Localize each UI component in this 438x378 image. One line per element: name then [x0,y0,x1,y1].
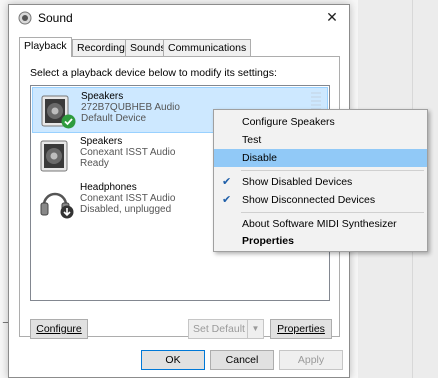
properties-label: Properties [277,323,325,335]
green-check-badge-icon [61,114,76,129]
device-text: Speakers 272B7QUBHEB Audio Default Devic… [81,91,180,124]
menu-item-show-disconnected[interactable]: ✔ Show Disconnected Devices [214,191,427,209]
menu-item-about-midi[interactable]: About Software MIDI Synthesizer [214,215,427,233]
tab-playback[interactable]: Playback [19,37,72,57]
device-status: Ready [80,158,109,169]
set-default-label: Set Default [193,323,245,335]
ok-button[interactable]: OK [141,350,205,370]
menu-item-test[interactable]: Test [214,131,427,149]
device-name: Speakers [80,136,123,147]
apply-button[interactable]: Apply [279,350,343,370]
tab-communications[interactable]: Communications [163,39,252,56]
properties-button[interactable]: Properties [270,319,332,339]
window-title: Sound [38,11,73,25]
device-driver: 272B7QUBHEB Audio [81,102,180,113]
menu-item-disable[interactable]: Disable [214,149,427,167]
device-driver: Conexant ISST Audio [80,193,176,204]
menu-separator [241,170,424,171]
device-name: Speakers [81,91,124,102]
sound-app-icon [18,11,32,25]
close-button[interactable]: ✕ [317,6,347,28]
cancel-button[interactable]: Cancel [210,350,274,370]
device-driver: Conexant ISST Audio [80,147,176,158]
device-status: Disabled, unplugged [80,204,172,215]
context-menu: Configure Speakers Test Disable ✔ Show D… [213,109,428,252]
device-text: Headphones Conexant ISST Audio Disabled,… [80,182,175,215]
menu-item-show-disabled[interactable]: ✔ Show Disabled Devices [214,173,427,191]
configure-label: Configure [36,323,82,335]
configure-button[interactable]: Configure [30,319,88,339]
device-name: Headphones [80,182,137,193]
checkmark-icon: ✔ [222,176,232,188]
checkmark-icon: ✔ [222,194,232,206]
title-bar[interactable]: Sound ✕ [9,5,349,31]
chevron-down-icon[interactable]: ▼ [247,320,263,338]
down-arrow-badge-icon [60,205,74,219]
menu-separator [241,212,424,213]
instruction-text: Select a playback device below to modify… [30,67,277,79]
set-default-button[interactable]: Set Default ▼ [188,319,264,339]
device-text: Speakers Conexant ISST Audio Ready [80,136,175,169]
speaker-icon [40,140,68,172]
tab-recording[interactable]: Recording [72,39,130,56]
menu-item-properties[interactable]: Properties [214,232,427,250]
menu-item-configure-speakers[interactable]: Configure Speakers [214,113,427,131]
device-status: Default Device [81,113,147,124]
